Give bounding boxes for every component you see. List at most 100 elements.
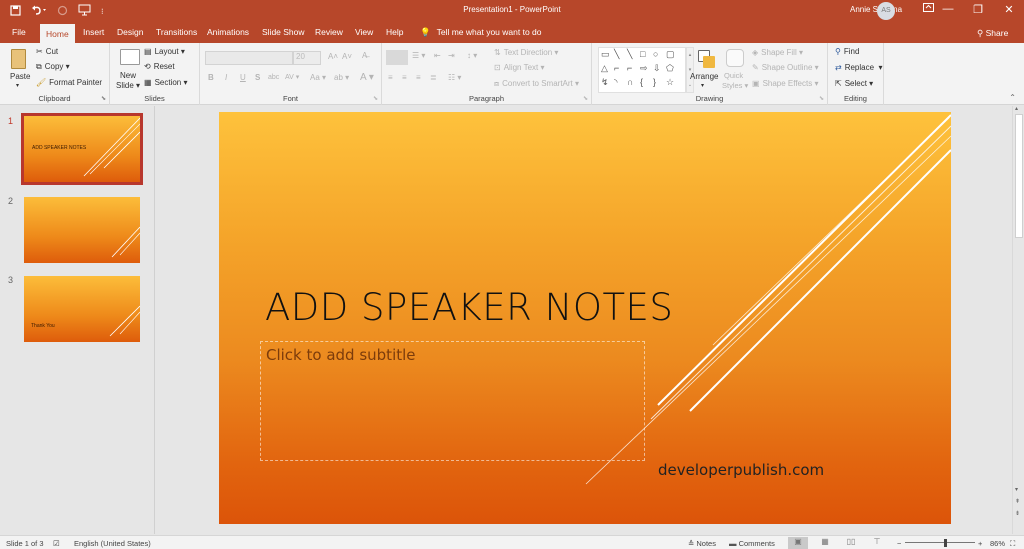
slide-show-view-button[interactable]: ⊤ <box>867 537 887 549</box>
shape-option[interactable]: ╲ <box>627 49 640 63</box>
strikethrough-button[interactable]: abc <box>268 74 279 81</box>
text-direction-button[interactable]: ⇅ Text Direction ▾ <box>494 48 558 57</box>
comments-button[interactable]: ▬ Comments <box>729 539 775 548</box>
copy-button[interactable]: ⧉ Copy ▾ <box>36 62 70 72</box>
tab-review[interactable]: Review <box>315 26 343 43</box>
shape-option[interactable]: } <box>653 77 666 91</box>
character-spacing-button[interactable]: AV ▾ <box>285 73 299 81</box>
shape-outline-button[interactable]: ✎ Shape Outline ▾ <box>752 63 819 72</box>
shape-option[interactable]: ⬠ <box>666 63 679 77</box>
restore-button[interactable]: ❐ <box>968 3 988 16</box>
italic-button[interactable]: I <box>225 73 227 82</box>
tab-view[interactable]: View <box>355 26 373 43</box>
shape-option[interactable]: ▭ <box>601 49 614 63</box>
reset-button[interactable]: ⟲ Reset <box>144 62 175 71</box>
zoom-percentage[interactable]: 86% <box>990 539 1005 548</box>
font-name-dropdown[interactable] <box>205 51 293 65</box>
new-slide-button[interactable]: New Slide ▾ <box>116 47 144 93</box>
spelling-check-icon[interactable]: ☑ <box>53 539 60 548</box>
current-slide[interactable]: ADD SPEAKER NOTES Click to add subtitle … <box>219 112 951 524</box>
find-button[interactable]: ⚲ Find <box>835 47 859 56</box>
font-color-button[interactable]: A ▾ <box>360 72 374 83</box>
tab-animations[interactable]: Animations <box>207 26 249 43</box>
change-case-button[interactable]: Aa ▾ <box>310 73 326 82</box>
font-dialog-launcher-icon[interactable]: ⬊ <box>373 95 378 102</box>
shape-effects-button[interactable]: ▣ Shape Effects ▾ <box>752 79 818 88</box>
shape-option[interactable]: ⌐ <box>614 63 627 77</box>
line-spacing-icon[interactable]: ↕ ▾ <box>467 51 477 60</box>
tab-help[interactable]: Help <box>386 26 403 43</box>
slide-thumbnail-2[interactable] <box>24 197 140 263</box>
shape-option[interactable]: △ <box>601 63 614 77</box>
shape-option[interactable]: { <box>640 77 653 91</box>
highlight-icon[interactable]: ab ▾ <box>334 73 349 82</box>
share-button[interactable]: ⚲ Share <box>977 28 1008 39</box>
fit-to-window-icon[interactable]: ⛶ <box>1010 539 1015 549</box>
shape-option[interactable]: ▢ <box>666 49 679 63</box>
website-text[interactable]: developerpublish.com <box>658 461 824 479</box>
arrange-button[interactable]: Arrange ▾ <box>690 47 720 93</box>
shape-option[interactable]: □ <box>640 49 653 63</box>
tab-transitions[interactable]: Transitions <box>156 26 197 43</box>
shrink-font-button[interactable]: A˅ <box>342 52 352 61</box>
shadow-button[interactable]: S <box>255 73 260 82</box>
slide-thumbnail-1[interactable]: ADD SPEAKER NOTES <box>21 113 143 185</box>
paste-button[interactable]: Paste ▾ <box>7 47 31 91</box>
scroll-down-icon[interactable]: ▾ <box>1015 486 1018 493</box>
zoom-in-button[interactable]: + <box>978 539 982 548</box>
slide-sorter-view-button[interactable]: ▦ <box>815 537 835 549</box>
shapes-gallery[interactable]: ▭ ╲ ╲ □ ○ ▢ △ ⌐ ⌐ ⇨ ⇩ ⬠ ↯ ◝ ∩{} ☆ <box>598 47 686 93</box>
convert-smartart-button[interactable]: ⧈ Convert to SmartArt ▾ <box>494 79 579 89</box>
clear-formatting-icon[interactable]: A̶ <box>362 51 367 60</box>
tab-insert[interactable]: Insert <box>83 26 104 43</box>
quick-styles-button[interactable]: Quick Styles ▾ <box>722 47 750 93</box>
tab-slide-show[interactable]: Slide Show <box>262 26 305 43</box>
vertical-scrollbar[interactable]: ▴ ▾ ⇞ ⇟ <box>1012 106 1024 534</box>
avatar[interactable]: AS <box>877 2 895 20</box>
shape-option[interactable]: ○ <box>653 49 666 63</box>
layout-button[interactable]: ▤ Layout ▾ <box>144 47 185 56</box>
dialog-launcher-icon[interactable]: ⬊ <box>101 95 106 102</box>
zoom-slider-knob[interactable] <box>943 539 947 547</box>
collapse-ribbon-icon[interactable]: ⌃ <box>1009 93 1016 102</box>
tab-home[interactable]: Home <box>40 24 75 43</box>
shape-option[interactable]: ╲ <box>614 49 627 63</box>
tell-me-search[interactable]: 💡 Tell me what you want to do <box>420 27 541 38</box>
section-button[interactable]: ▦ Section ▾ <box>144 78 188 87</box>
justify-icon[interactable]: ≣ <box>430 73 437 82</box>
slide-title[interactable]: ADD SPEAKER NOTES <box>265 286 673 329</box>
shape-option[interactable]: ☆ <box>666 77 679 91</box>
shape-option[interactable]: ⇨ <box>640 63 653 77</box>
next-slide-icon[interactable]: ⇟ <box>1015 510 1020 517</box>
shape-fill-button[interactable]: ◈ Shape Fill ▾ <box>752 48 803 57</box>
drawing-dialog-launcher-icon[interactable]: ⬊ <box>819 95 824 102</box>
scrollbar-thumb[interactable] <box>1015 114 1023 238</box>
slide-thumbnail-3[interactable]: Thank You <box>24 276 140 342</box>
language-indicator[interactable]: English (United States) <box>74 539 151 548</box>
minimize-button[interactable]: — <box>938 3 958 15</box>
shape-option[interactable]: ∩ <box>627 77 640 91</box>
tab-file[interactable]: File <box>12 26 26 43</box>
bold-button[interactable]: B <box>208 73 214 82</box>
align-center-icon[interactable]: ≡ <box>402 73 407 82</box>
select-button[interactable]: ⇱ Select ▾ <box>835 79 873 88</box>
decrease-indent-icon[interactable]: ⇤ <box>434 51 441 60</box>
align-text-button[interactable]: ⊡ Align Text ▾ <box>494 63 545 72</box>
shape-option[interactable]: ◝ <box>614 77 627 91</box>
format-painter-button[interactable]: 🖌 Format Painter <box>36 78 102 87</box>
increase-indent-icon[interactable]: ⇥ <box>448 51 455 60</box>
shape-option[interactable]: ↯ <box>601 77 614 91</box>
align-right-icon[interactable]: ≡ <box>416 73 421 82</box>
shape-option[interactable]: ⌐ <box>627 63 640 77</box>
columns-icon[interactable]: ☷ ▾ <box>448 73 461 82</box>
close-button[interactable]: ✕ <box>999 3 1019 16</box>
ribbon-display-options-icon[interactable] <box>918 3 938 14</box>
scroll-up-icon[interactable]: ▴ <box>1015 105 1018 112</box>
grow-font-button[interactable]: A˄ <box>328 52 338 61</box>
previous-slide-icon[interactable]: ⇞ <box>1015 498 1020 505</box>
underline-button[interactable]: U <box>240 73 246 82</box>
paragraph-dialog-launcher-icon[interactable]: ⬊ <box>583 95 588 102</box>
zoom-slider-track[interactable] <box>905 542 975 543</box>
replace-button[interactable]: ⇄ Replace ▾ <box>835 63 883 72</box>
shape-option[interactable]: ⇩ <box>653 63 666 77</box>
